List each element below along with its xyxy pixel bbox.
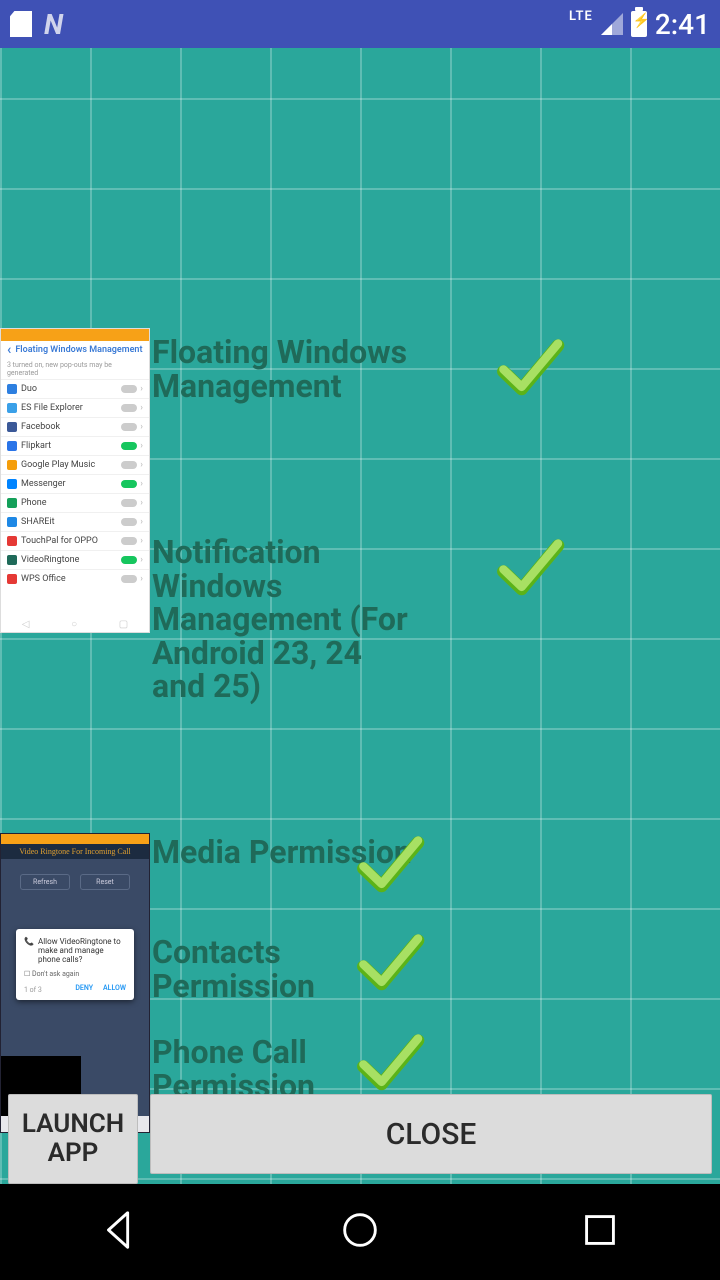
thumb-app-row: Google Play Music›: [1, 455, 149, 474]
recent-apps-button[interactable]: [577, 1207, 623, 1257]
permission-label: Notification Windows Management (For And…: [152, 536, 412, 704]
action-button-bar: LAUNCH APP CLOSE: [8, 1094, 712, 1184]
thumb-app-row: VideoRingtone›: [1, 550, 149, 569]
android-navigation-bar: [0, 1184, 720, 1280]
check-icon: [495, 533, 565, 603]
permission-label: Floating Windows Management: [152, 336, 412, 403]
thumb-app-row: SHAREit›: [1, 512, 149, 531]
close-button[interactable]: CLOSE: [150, 1094, 712, 1174]
example-screenshot-floating-windows: Floating Windows Management 3 turned on,…: [0, 328, 150, 633]
launch-app-button[interactable]: LAUNCH APP: [8, 1094, 138, 1184]
thumb-app-row: Phone›: [1, 493, 149, 512]
android-n-icon: N: [44, 8, 63, 41]
home-button[interactable]: [337, 1207, 383, 1257]
status-bar: N LTE 2:41: [0, 0, 720, 48]
thumb-app-row: Duo›: [1, 379, 149, 398]
permissions-screen: Floating Windows Management 3 turned on,…: [0, 48, 720, 1184]
example-screenshot-permission-dialog: Video Ringtone For Incoming Call Refresh…: [0, 833, 150, 1133]
thumb-app-row: ES File Explorer›: [1, 398, 149, 417]
clock-time: 2:41: [655, 8, 710, 41]
thumb-app-row: TouchPal for OPPO›: [1, 531, 149, 550]
thumb-app-row: Messenger›: [1, 474, 149, 493]
back-button[interactable]: [97, 1207, 143, 1257]
signal-icon: [601, 13, 623, 35]
sd-card-icon: [10, 11, 32, 37]
thumb-app-row: WPS Office›: [1, 569, 149, 588]
network-lte-label: LTE: [569, 9, 593, 24]
check-icon: [495, 333, 565, 403]
check-icon: [355, 928, 425, 998]
battery-charging-icon: [631, 11, 647, 37]
check-icon: [355, 1028, 425, 1098]
thumb-app-row: Facebook›: [1, 417, 149, 436]
thumb-app-row: Flipkart›: [1, 436, 149, 455]
check-icon: [355, 830, 425, 900]
